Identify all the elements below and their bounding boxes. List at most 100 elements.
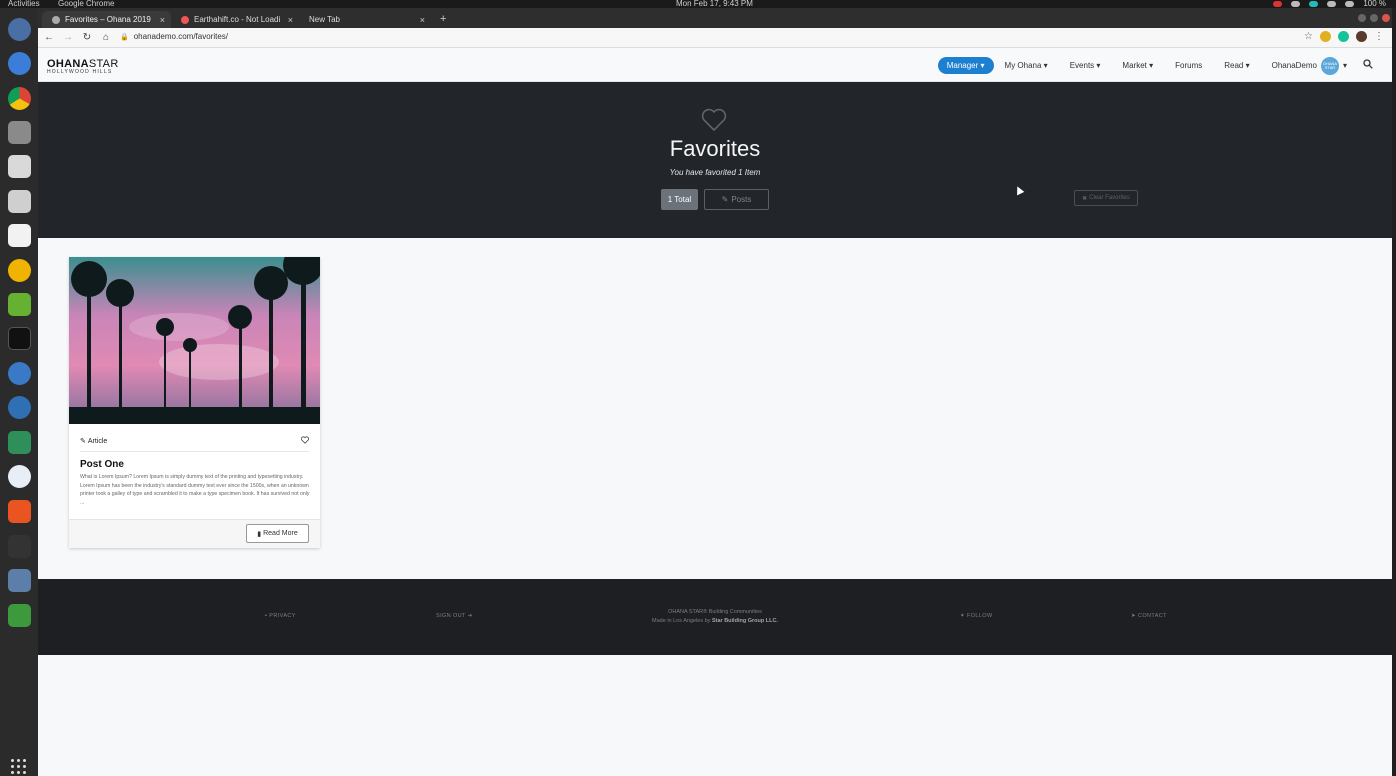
close-tab-icon[interactable]: × xyxy=(420,15,425,25)
site-logo[interactable]: OHANASTAR HOLLYWOOD HILLS xyxy=(47,58,119,75)
bitwarden-icon[interactable] xyxy=(8,465,31,488)
dock xyxy=(0,8,38,776)
minimize-icon[interactable] xyxy=(1358,14,1366,22)
favorites-header: Favorites You have favorited 1 Item 1 To… xyxy=(38,82,1392,238)
post-thumbnail[interactable] xyxy=(69,257,320,424)
chromium-icon[interactable] xyxy=(8,18,31,41)
app-menu[interactable]: Google Chrome xyxy=(58,0,114,8)
avatar: OHANA STAR xyxy=(1320,56,1339,75)
contact-link[interactable]: ➤ CONTACT xyxy=(1131,613,1167,619)
manager-dropdown[interactable]: Manager ▾ xyxy=(937,57,994,74)
terminal-icon[interactable] xyxy=(8,535,31,558)
terminal-dark-icon[interactable] xyxy=(8,327,31,350)
close-tab-icon[interactable]: × xyxy=(160,15,165,25)
home-icon[interactable]: ⌂ xyxy=(98,32,114,43)
battery-label[interactable]: 100 % xyxy=(1363,0,1386,8)
lock-icon[interactable]: 🔒 xyxy=(120,33,129,41)
follow-link[interactable]: ✦ FOLLOW xyxy=(960,613,993,619)
favorites-count-text: You have favorited 1 Item xyxy=(669,168,761,177)
tab-favorites[interactable]: Favorites – Ohana 2019 × xyxy=(42,11,171,28)
tab-title: Favorites – Ohana 2019 xyxy=(65,15,151,24)
system-clock[interactable]: Mon Feb 17, 9:43 PM xyxy=(676,0,753,8)
clear-label: Clear Favorites xyxy=(1089,195,1130,201)
filter-posts-button[interactable]: ✎ Posts xyxy=(704,189,769,210)
read-more-label: Read More xyxy=(263,530,298,537)
logo-subtitle: HOLLYWOOD HILLS xyxy=(47,69,113,75)
new-tab-button[interactable]: + xyxy=(440,13,446,25)
heart-icon xyxy=(701,108,727,132)
card-footer: ▮ Read More xyxy=(69,519,320,548)
calendar-icon[interactable] xyxy=(8,224,31,247)
username: OhanaDemo xyxy=(1271,61,1317,70)
market-dropdown[interactable]: Market ▾ xyxy=(1122,61,1153,70)
extension-icon[interactable] xyxy=(1320,31,1331,42)
system-top-bar: Activities Google Chrome Mon Feb 17, 9:4… xyxy=(0,0,1396,8)
read-dropdown[interactable]: Read ▾ xyxy=(1224,61,1249,70)
menu-dots-icon[interactable]: ⋮ xyxy=(1374,31,1384,42)
back-icon[interactable]: ← xyxy=(41,32,57,43)
events-dropdown[interactable]: Events ▾ xyxy=(1070,61,1101,70)
favicon-icon xyxy=(181,15,189,24)
camera-icon[interactable] xyxy=(8,190,31,213)
grammarly-icon[interactable] xyxy=(1338,31,1349,42)
mail-icon[interactable] xyxy=(8,155,31,178)
tab-new-tab[interactable]: New Tab × xyxy=(299,11,431,28)
download-icon[interactable] xyxy=(1327,0,1337,7)
chrome-icon[interactable] xyxy=(8,87,31,110)
search-icon[interactable] xyxy=(1363,59,1373,72)
show-apps-icon[interactable] xyxy=(11,759,27,775)
tab-title: New Tab xyxy=(309,15,340,24)
reload-icon[interactable]: ↻ xyxy=(79,32,95,43)
address-bar[interactable]: 🔒 ohanademo.com/favorites/ xyxy=(120,32,228,41)
chevron-down-icon: ▾ xyxy=(1342,61,1347,70)
software-center-icon[interactable] xyxy=(8,500,31,523)
maximize-icon[interactable] xyxy=(1370,14,1378,22)
sync-icon[interactable] xyxy=(1309,0,1319,7)
spreadsheet-icon[interactable] xyxy=(8,604,31,627)
footer-credits: OHANA STAR® Building Communities Made in… xyxy=(38,608,1392,626)
close-window-icon[interactable] xyxy=(1382,14,1390,22)
activities-button[interactable]: Activities xyxy=(8,0,40,8)
main-menu: Manager ▾ My Ohana ▾ Events ▾ Market ▾ F… xyxy=(937,56,1392,75)
user-dropdown[interactable]: OhanaDemo OHANA STAR ▾ xyxy=(1271,56,1347,75)
extensions-area: ☆ ⋮ xyxy=(1304,31,1384,42)
chrome-beta-icon[interactable] xyxy=(8,52,31,75)
forums-link[interactable]: Forums xyxy=(1175,61,1202,70)
favorite-card[interactable]: ✎ Article Post One What is Lorem Ipsum? … xyxy=(69,257,320,548)
system-tray[interactable]: 100 % xyxy=(1273,0,1386,8)
files-icon[interactable] xyxy=(8,121,31,144)
company-link[interactable]: Star Building Group LLC. xyxy=(712,618,778,624)
simplenote-icon[interactable] xyxy=(8,362,31,385)
network-icon[interactable] xyxy=(1345,0,1355,7)
bookmark-star-icon[interactable]: ☆ xyxy=(1304,31,1313,42)
post-title[interactable]: Post One xyxy=(80,459,124,470)
unfavorite-heart-icon[interactable] xyxy=(301,436,309,444)
filter-total-button[interactable]: 1 Total xyxy=(661,189,698,210)
read-more-button[interactable]: ▮ Read More xyxy=(246,524,309,543)
favicon-icon xyxy=(52,15,60,24)
footer-made-in: Made in Los Angeles by xyxy=(652,618,711,624)
screenshot-icon[interactable] xyxy=(8,569,31,592)
close-tab-icon[interactable]: × xyxy=(288,15,293,25)
feather-icon: ✎ xyxy=(721,195,729,204)
divider xyxy=(80,451,309,452)
tools-icon[interactable] xyxy=(8,293,31,316)
footer-tagline: OHANA STAR® Building Communities xyxy=(668,609,762,615)
posts-label: Posts xyxy=(731,195,752,204)
record-icon[interactable] xyxy=(1273,0,1283,7)
editor-icon[interactable] xyxy=(8,396,31,419)
post-type: ✎ Article xyxy=(80,437,107,446)
feather-icon: ✎ xyxy=(80,438,86,445)
forward-icon[interactable]: → xyxy=(60,32,76,43)
profile-avatar[interactable] xyxy=(1356,31,1367,42)
tab-strip: Favorites – Ohana 2019 × Earthahift.co -… xyxy=(38,8,1392,28)
app-green-icon[interactable] xyxy=(8,431,31,454)
url-text[interactable]: ohanademo.com/favorites/ xyxy=(134,32,228,41)
page-title: Favorites xyxy=(669,136,761,161)
mouse-cursor xyxy=(1013,184,1025,196)
cloud-icon[interactable] xyxy=(1291,0,1301,7)
tab-earthahift[interactable]: Earthahift.co - Not Loadi × xyxy=(171,11,299,28)
basket-icon[interactable] xyxy=(8,259,31,282)
clear-favorites-button[interactable]: ✖ Clear Favorites xyxy=(1074,190,1138,206)
my-ohana-dropdown[interactable]: My Ohana ▾ xyxy=(1005,61,1048,70)
